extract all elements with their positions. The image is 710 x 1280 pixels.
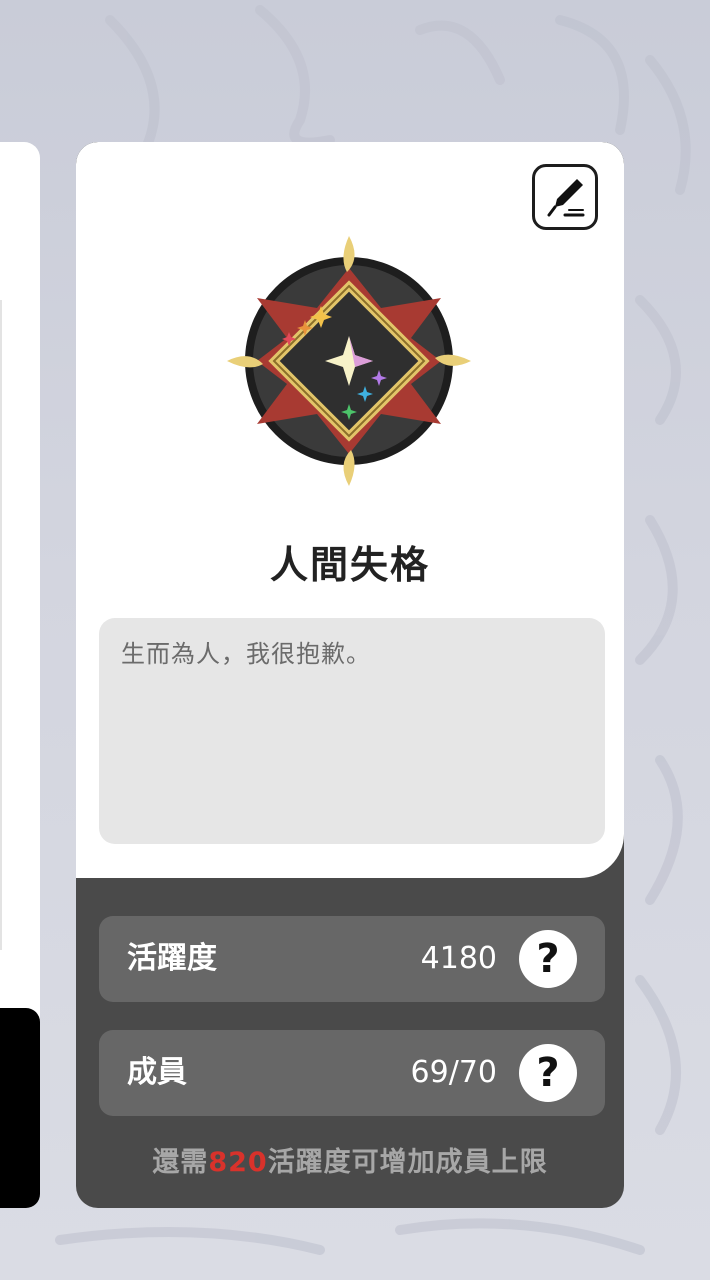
member-limit-note: 還需820活躍度可增加成員上限 bbox=[76, 1140, 624, 1179]
adjacent-card-footer bbox=[0, 1008, 40, 1208]
members-help-button[interactable]: ? bbox=[519, 1044, 577, 1102]
adjacent-card-panel bbox=[0, 300, 2, 950]
activity-row: 活躍度 4180 ? bbox=[99, 916, 605, 1002]
guild-emblem-icon bbox=[227, 236, 471, 486]
guild-info-card: 人間失格 生而為人，我很抱歉。 活躍度 4180 ? 成員 69/70 ? 還需… bbox=[76, 142, 624, 1208]
members-label: 成員 bbox=[127, 1055, 187, 1090]
activity-needed-amount: 820 bbox=[208, 1147, 268, 1178]
guild-motto-field[interactable]: 生而為人，我很抱歉。 bbox=[99, 618, 605, 844]
member-limit-suffix: 活躍度可增加成員上限 bbox=[267, 1147, 548, 1178]
members-row: 成員 69/70 ? bbox=[99, 1030, 605, 1116]
question-mark-icon: ? bbox=[536, 936, 560, 982]
members-value: 69/70 bbox=[410, 1055, 497, 1090]
activity-help-button[interactable]: ? bbox=[519, 930, 577, 988]
guild-info-top: 人間失格 生而為人，我很抱歉。 bbox=[76, 142, 624, 878]
guild-name: 人間失格 bbox=[269, 543, 430, 587]
activity-label: 活躍度 bbox=[127, 941, 217, 976]
activity-value: 4180 bbox=[420, 941, 497, 976]
question-mark-icon: ? bbox=[536, 1050, 560, 1096]
edit-pen-icon bbox=[547, 179, 585, 217]
edit-button[interactable] bbox=[532, 164, 598, 230]
member-limit-prefix: 還需 bbox=[152, 1147, 209, 1178]
